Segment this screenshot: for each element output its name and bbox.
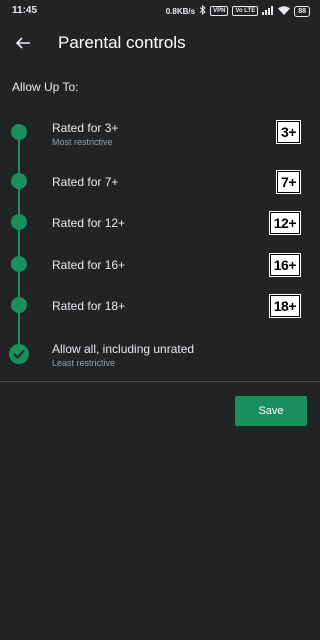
network-speed: 0.8KB/s	[165, 6, 196, 16]
arrow-left-icon	[15, 37, 30, 49]
option-label: Rated for 3+	[52, 121, 119, 135]
check-icon	[13, 349, 25, 359]
selected-check	[9, 344, 29, 364]
divider	[0, 381, 320, 382]
wifi-icon	[278, 5, 291, 17]
page-title: Parental controls	[58, 33, 186, 52]
option-label: Rated for 12+	[52, 216, 126, 230]
radio-dot	[11, 214, 27, 230]
option-label: Allow all, including unrated	[52, 342, 195, 356]
status-icons: 0.8KB/s VPN Vo LTE 88	[165, 4, 310, 17]
option-label: Rated for 18+	[52, 299, 126, 313]
vpn-icon: VPN	[210, 6, 229, 16]
radio-dot	[11, 124, 27, 140]
radio-dot	[11, 297, 27, 313]
app-bar: Parental controls	[0, 22, 320, 66]
rating-badge-7: 7+	[277, 171, 300, 193]
option-label: Rated for 7+	[52, 175, 119, 189]
option-sub: Least restrictive	[52, 358, 116, 368]
option-rated-16[interactable]: Rated for 16+ 16+	[0, 244, 320, 284]
rating-badge-3: 3+	[277, 121, 300, 143]
status-bar: 11:45 0.8KB/s VPN Vo LTE 88	[0, 0, 320, 22]
bluetooth-icon	[199, 4, 206, 17]
save-button[interactable]: Save	[235, 396, 307, 426]
option-allow-all[interactable]: Allow all, including unrated Least restr…	[0, 336, 320, 372]
option-rated-3[interactable]: Rated for 3+ Most restrictive 3+	[0, 115, 320, 155]
radio-dot	[11, 173, 27, 189]
rating-badge-18: 18+	[269, 295, 300, 317]
status-time: 11:45	[12, 5, 38, 16]
rating-badge-12: 12+	[269, 212, 300, 234]
option-rated-12[interactable]: Rated for 12+ 12+	[0, 202, 320, 242]
back-button[interactable]	[12, 32, 34, 54]
battery-icon: 88	[294, 5, 310, 17]
allow-up-to-heading: Allow Up To:	[12, 80, 79, 94]
option-sub: Most restrictive	[52, 137, 113, 147]
rating-badge-16: 16+	[269, 254, 300, 276]
option-rated-7[interactable]: Rated for 7+ 7+	[0, 161, 320, 201]
volte-icon: Vo LTE	[232, 6, 259, 16]
option-label: Rated for 16+	[52, 258, 126, 272]
signal-icon	[262, 5, 274, 17]
option-rated-18[interactable]: Rated for 18+ 18+	[0, 285, 320, 325]
radio-dot	[11, 256, 27, 272]
